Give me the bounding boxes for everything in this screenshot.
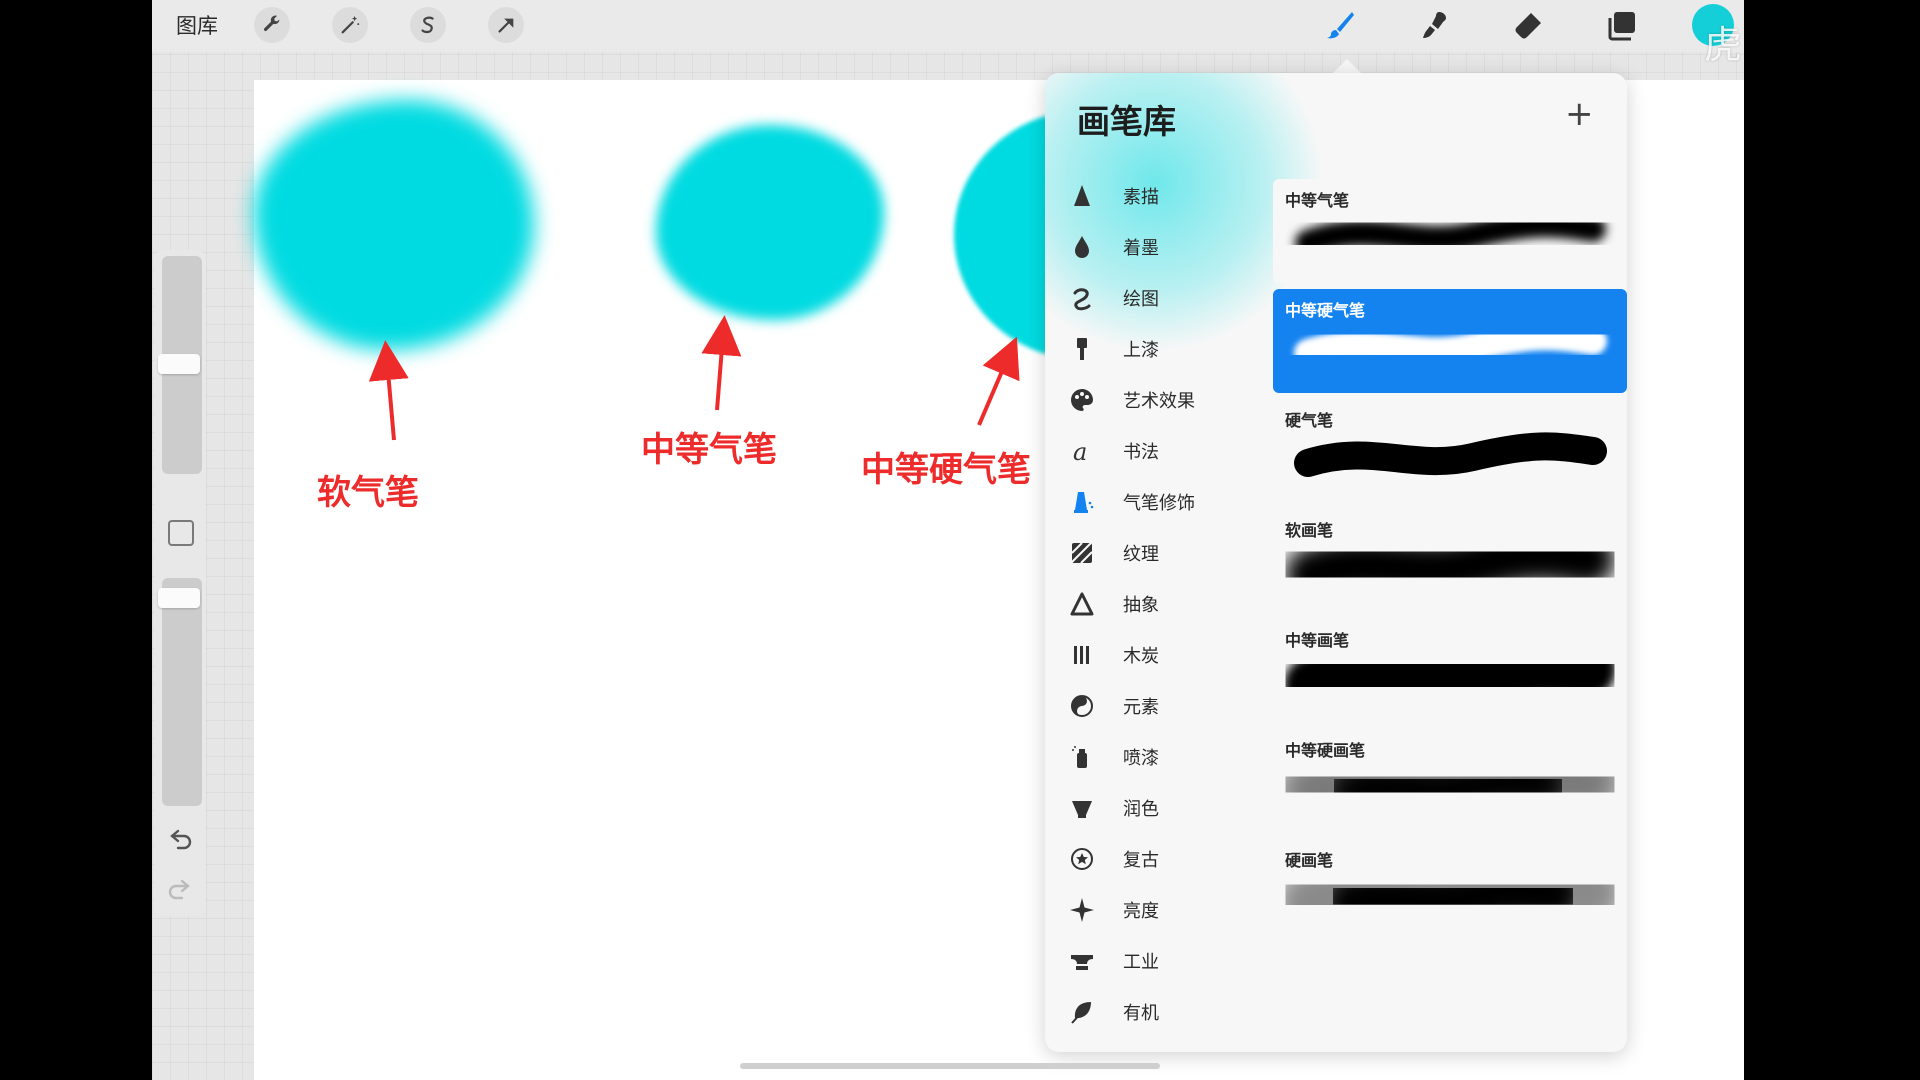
category-vintage[interactable]: 复古 [1067, 837, 1257, 881]
svg-text:a: a [1073, 438, 1087, 464]
brush-item[interactable]: 软画笔 [1273, 509, 1627, 613]
category-organic[interactable]: 有机 [1067, 990, 1257, 1034]
airbrush-icon [1067, 487, 1097, 517]
ink-drop-icon [1067, 232, 1097, 262]
category-label: 气笔修饰 [1123, 493, 1195, 514]
category-label: 木炭 [1123, 646, 1159, 667]
top-toolbar: 图库 [152, 0, 1744, 52]
blender-icon [1067, 793, 1097, 823]
category-elements[interactable]: 元素 [1067, 684, 1257, 728]
brush-library-title: 画笔库 [1077, 102, 1176, 141]
category-label: 工业 [1123, 952, 1159, 973]
category-textures[interactable]: 纹理 [1067, 531, 1257, 575]
triangle-icon [1067, 589, 1097, 619]
sparkle-icon [1067, 895, 1097, 925]
category-label: 润色 [1123, 799, 1159, 820]
smudge-icon[interactable] [1414, 6, 1454, 46]
anvil-icon [1067, 946, 1097, 976]
brush-library-panel: 画笔库 + 素描 着墨 绘图 上漆 艺术效果 a 书法 气笔修饰 纹理 抽象 木… [1045, 73, 1627, 1052]
brush-item[interactable]: 中等硬画笔 [1273, 729, 1627, 833]
transform-arrow-icon[interactable] [488, 7, 524, 43]
category-label: 艺术效果 [1123, 391, 1195, 412]
category-label: 纹理 [1123, 544, 1159, 565]
paint-brush-icon [1067, 334, 1097, 364]
category-label: 上漆 [1123, 340, 1159, 361]
palette-icon [1067, 385, 1097, 415]
yin-yang-icon [1067, 691, 1097, 721]
popover-pointer [1333, 59, 1361, 73]
undo-icon[interactable] [166, 826, 194, 854]
squiggle-icon [1067, 283, 1097, 313]
category-label: 着墨 [1123, 238, 1159, 259]
category-luminance[interactable]: 亮度 [1067, 888, 1257, 932]
brush-item[interactable]: 中等气笔 [1273, 179, 1627, 283]
charcoal-icon [1067, 640, 1097, 670]
category-painting[interactable]: 上漆 [1067, 327, 1257, 371]
calligraphy-a-icon: a [1067, 436, 1097, 466]
redo-icon[interactable] [166, 876, 194, 904]
brush-size-thumb[interactable] [158, 354, 200, 374]
category-abstract[interactable]: 抽象 [1067, 582, 1257, 626]
leaf-icon [1067, 997, 1097, 1027]
star-badge-icon [1067, 844, 1097, 874]
modify-button[interactable] [168, 520, 194, 546]
category-label: 素描 [1123, 187, 1159, 208]
label-soft-airbrush: 软气笔 [317, 473, 419, 513]
left-sidebar [154, 250, 206, 916]
wrench-icon[interactable] [254, 7, 290, 43]
brush-item[interactable]: 硬画笔 [1273, 839, 1627, 943]
home-indicator [740, 1063, 1160, 1069]
pencil-tip-icon [1067, 181, 1097, 211]
category-airbrushing[interactable]: 气笔修饰 [1067, 480, 1257, 524]
category-label: 元素 [1123, 697, 1159, 718]
texture-icon [1067, 538, 1097, 568]
label-medium-hard-airbrush: 中等硬气笔 [861, 450, 1031, 490]
spray-can-icon [1067, 742, 1097, 772]
selection-s-icon[interactable] [410, 7, 446, 43]
category-charcoals[interactable]: 木炭 [1067, 633, 1257, 677]
gallery-button[interactable]: 图库 [176, 10, 218, 40]
arrow-medium-hard [977, 336, 1020, 426]
arrow-soft [368, 340, 409, 441]
brush-item[interactable]: 中等画笔 [1273, 619, 1627, 723]
label-medium-airbrush: 中等气笔 [641, 430, 777, 470]
category-label: 亮度 [1123, 901, 1159, 922]
eraser-icon[interactable] [1508, 6, 1548, 46]
category-sketching[interactable]: 素描 [1067, 174, 1257, 218]
brush-item-selected[interactable]: 中等硬气笔 [1273, 289, 1627, 393]
category-spraypaints[interactable]: 喷漆 [1067, 735, 1257, 779]
category-label: 绘图 [1123, 289, 1159, 310]
category-touchups[interactable]: 润色 [1067, 786, 1257, 830]
category-label: 复古 [1123, 850, 1159, 871]
category-label: 抽象 [1123, 595, 1159, 616]
brush-item[interactable]: 硬气笔 [1273, 399, 1627, 503]
category-water[interactable]: 水 [1067, 1041, 1257, 1052]
magic-wand-icon[interactable] [332, 7, 368, 43]
category-label: 水 [1123, 1050, 1141, 1052]
category-label: 有机 [1123, 1003, 1159, 1024]
opacity-slider[interactable] [162, 578, 202, 806]
category-inking[interactable]: 着墨 [1067, 225, 1257, 269]
category-label: 书法 [1123, 442, 1159, 463]
category-label: 喷漆 [1123, 748, 1159, 769]
waves-icon [1067, 1048, 1097, 1052]
category-drawing[interactable]: 绘图 [1067, 276, 1257, 320]
category-artistic[interactable]: 艺术效果 [1067, 378, 1257, 422]
category-calligraphy[interactable]: a 书法 [1067, 429, 1257, 473]
procreate-screen: 图库 虎课网 [152, 0, 1744, 1080]
category-industrial[interactable]: 工业 [1067, 939, 1257, 983]
arrow-medium [701, 315, 742, 411]
layers-icon[interactable] [1602, 6, 1642, 46]
brush-icon[interactable] [1320, 6, 1360, 46]
opacity-thumb[interactable] [158, 588, 200, 608]
add-brush-button[interactable]: + [1565, 97, 1594, 131]
